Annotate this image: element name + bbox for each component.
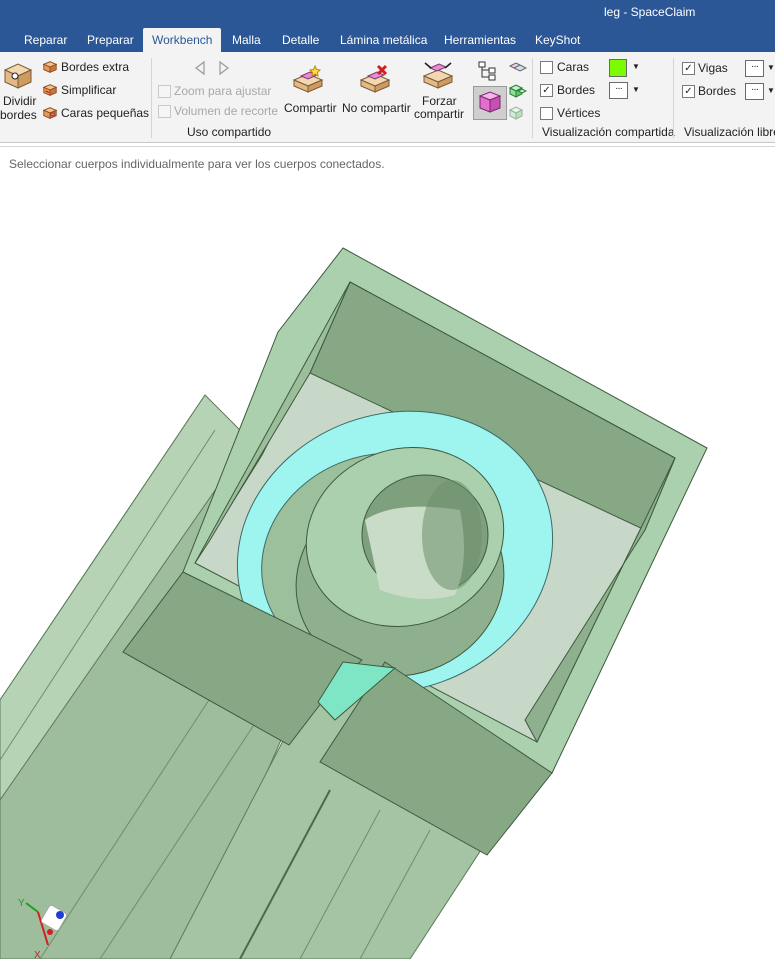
tab-reparar[interactable]: Reparar <box>15 28 76 52</box>
split-edges-label-2: bordes <box>0 108 37 122</box>
green-bodies-button[interactable] <box>508 83 528 99</box>
cube-select-icon <box>478 91 502 113</box>
small-faces-label: Caras pequeñas <box>61 106 150 120</box>
share-button[interactable]: Compartir <box>282 60 337 120</box>
shared-bodies-button[interactable] <box>508 60 528 76</box>
group-label-shared-display: Visualización compartida <box>542 125 675 139</box>
tab-malla[interactable]: Malla <box>223 28 270 52</box>
group-label-free-display: Visualización libre <box>684 125 775 139</box>
tab-herramientas[interactable]: Herramientas <box>435 28 525 52</box>
tree-icon <box>478 61 496 81</box>
beams-label: Vigas <box>698 61 728 75</box>
ribbon-separator <box>151 58 152 138</box>
small-faces-button[interactable]: Caras pequeñas <box>42 105 152 123</box>
zoom-to-fit-checkbox[interactable] <box>158 85 171 98</box>
simplify-label: Simplificar <box>61 83 117 97</box>
edges2-option[interactable]: ✓ Bordes <box>682 84 742 100</box>
clip-volume-label: Volumen de recorte <box>174 104 279 118</box>
3d-viewport[interactable]: Y X <box>0 176 775 959</box>
split-edges-icon <box>3 63 33 89</box>
edges2-label: Bordes <box>698 84 737 98</box>
faded-bodies-button[interactable] <box>508 105 528 121</box>
tab-keyshot[interactable]: KeyShot <box>526 28 589 52</box>
tab-detalle[interactable]: Detalle <box>273 28 328 52</box>
unshare-label: No compartir <box>342 101 411 115</box>
edges2-style-button[interactable]: ··· <box>745 83 764 100</box>
axis-y-label: Y <box>18 898 25 909</box>
arrow-right-icon <box>219 60 229 76</box>
force-share-label-1: Forzar <box>422 94 457 108</box>
ribbon: Dividir bordes Bordes extra Simplificar … <box>0 52 775 143</box>
unshare-icon <box>359 64 391 93</box>
faded-cubes-icon <box>508 106 524 120</box>
vertices-label: Vértices <box>557 106 601 120</box>
edges-option[interactable]: ✓ Bordes <box>540 83 600 99</box>
status-hint: Seleccionar cuerpos individualmente para… <box>9 157 385 171</box>
clip-volume-option[interactable]: Volumen de recorte <box>158 104 278 120</box>
zoom-to-fit-option[interactable]: Zoom para ajustar <box>158 84 278 100</box>
edges2-checkbox[interactable]: ✓ <box>682 85 695 98</box>
split-edges-label-1: Dividir <box>3 94 37 108</box>
edges-style-dropdown-icon[interactable]: ▼ <box>632 85 640 94</box>
tab-workbench[interactable]: Workbench <box>143 28 222 52</box>
axis-x-label: X <box>34 950 41 959</box>
extra-edges-button[interactable]: Bordes extra <box>42 59 142 77</box>
beams-option[interactable]: ✓ Vigas <box>682 61 742 77</box>
previous-arrow-button[interactable] <box>193 60 207 76</box>
edges2-style-dropdown-icon[interactable]: ▼ <box>767 86 775 95</box>
share-label: Compartir <box>284 101 337 115</box>
ribbon-separator <box>532 58 533 138</box>
force-share-label-2: compartir <box>414 107 465 121</box>
edges-style-button[interactable]: ··· <box>609 82 628 99</box>
vertices-option[interactable]: Vértices <box>540 106 610 122</box>
small-faces-icon <box>42 107 58 120</box>
shared-bodies-icon <box>508 62 528 72</box>
split-edges-button[interactable]: Dividir bordes <box>0 58 38 124</box>
ribbon-separator <box>673 58 674 138</box>
model-render[interactable]: Y X <box>0 176 775 959</box>
clip-volume-checkbox[interactable] <box>158 105 171 118</box>
extra-edges-icon <box>42 61 58 74</box>
ribbon-divider <box>0 146 775 147</box>
green-cubes-icon <box>508 84 528 98</box>
edges-checkbox[interactable]: ✓ <box>540 84 553 97</box>
beams-checkbox[interactable]: ✓ <box>682 62 695 75</box>
faces-color-swatch[interactable] <box>609 59 627 77</box>
extra-edges-label: Bordes extra <box>61 60 130 74</box>
beams-style-dropdown-icon[interactable]: ▼ <box>767 63 775 72</box>
faces-color-dropdown-icon[interactable]: ▼ <box>632 62 640 71</box>
force-share-icon <box>422 62 454 89</box>
next-arrow-button[interactable] <box>217 60 231 76</box>
beams-style-button[interactable]: ··· <box>745 60 764 77</box>
window-title: leg - SpaceClaim <box>604 5 696 19</box>
faces-checkbox[interactable] <box>540 61 553 74</box>
simplify-button[interactable]: Simplificar <box>42 82 142 100</box>
title-bar: leg - SpaceClaim Reparar Preparar Workbe… <box>0 0 775 52</box>
simplify-icon <box>42 84 58 97</box>
faces-label: Caras <box>557 60 590 74</box>
group-label-shared-use: Uso compartido <box>187 125 272 139</box>
unshare-button[interactable]: No compartir <box>340 60 411 120</box>
arrow-left-icon <box>195 60 205 76</box>
tab-lamina-metalica[interactable]: Lámina metálica <box>331 28 436 52</box>
vertices-checkbox[interactable] <box>540 107 553 120</box>
tab-preparar[interactable]: Preparar <box>78 28 143 52</box>
share-icon <box>292 64 324 93</box>
ribbon-tabs: Reparar Preparar Workbench Malla Detalle… <box>0 28 775 52</box>
tree-view-button[interactable] <box>477 60 501 82</box>
cube-select-button[interactable] <box>473 86 507 120</box>
force-share-button[interactable]: Forzar compartir <box>412 60 464 124</box>
edges-label: Bordes <box>557 83 596 97</box>
faces-option[interactable]: Caras <box>540 60 600 76</box>
zoom-to-fit-label: Zoom para ajustar <box>174 84 272 98</box>
